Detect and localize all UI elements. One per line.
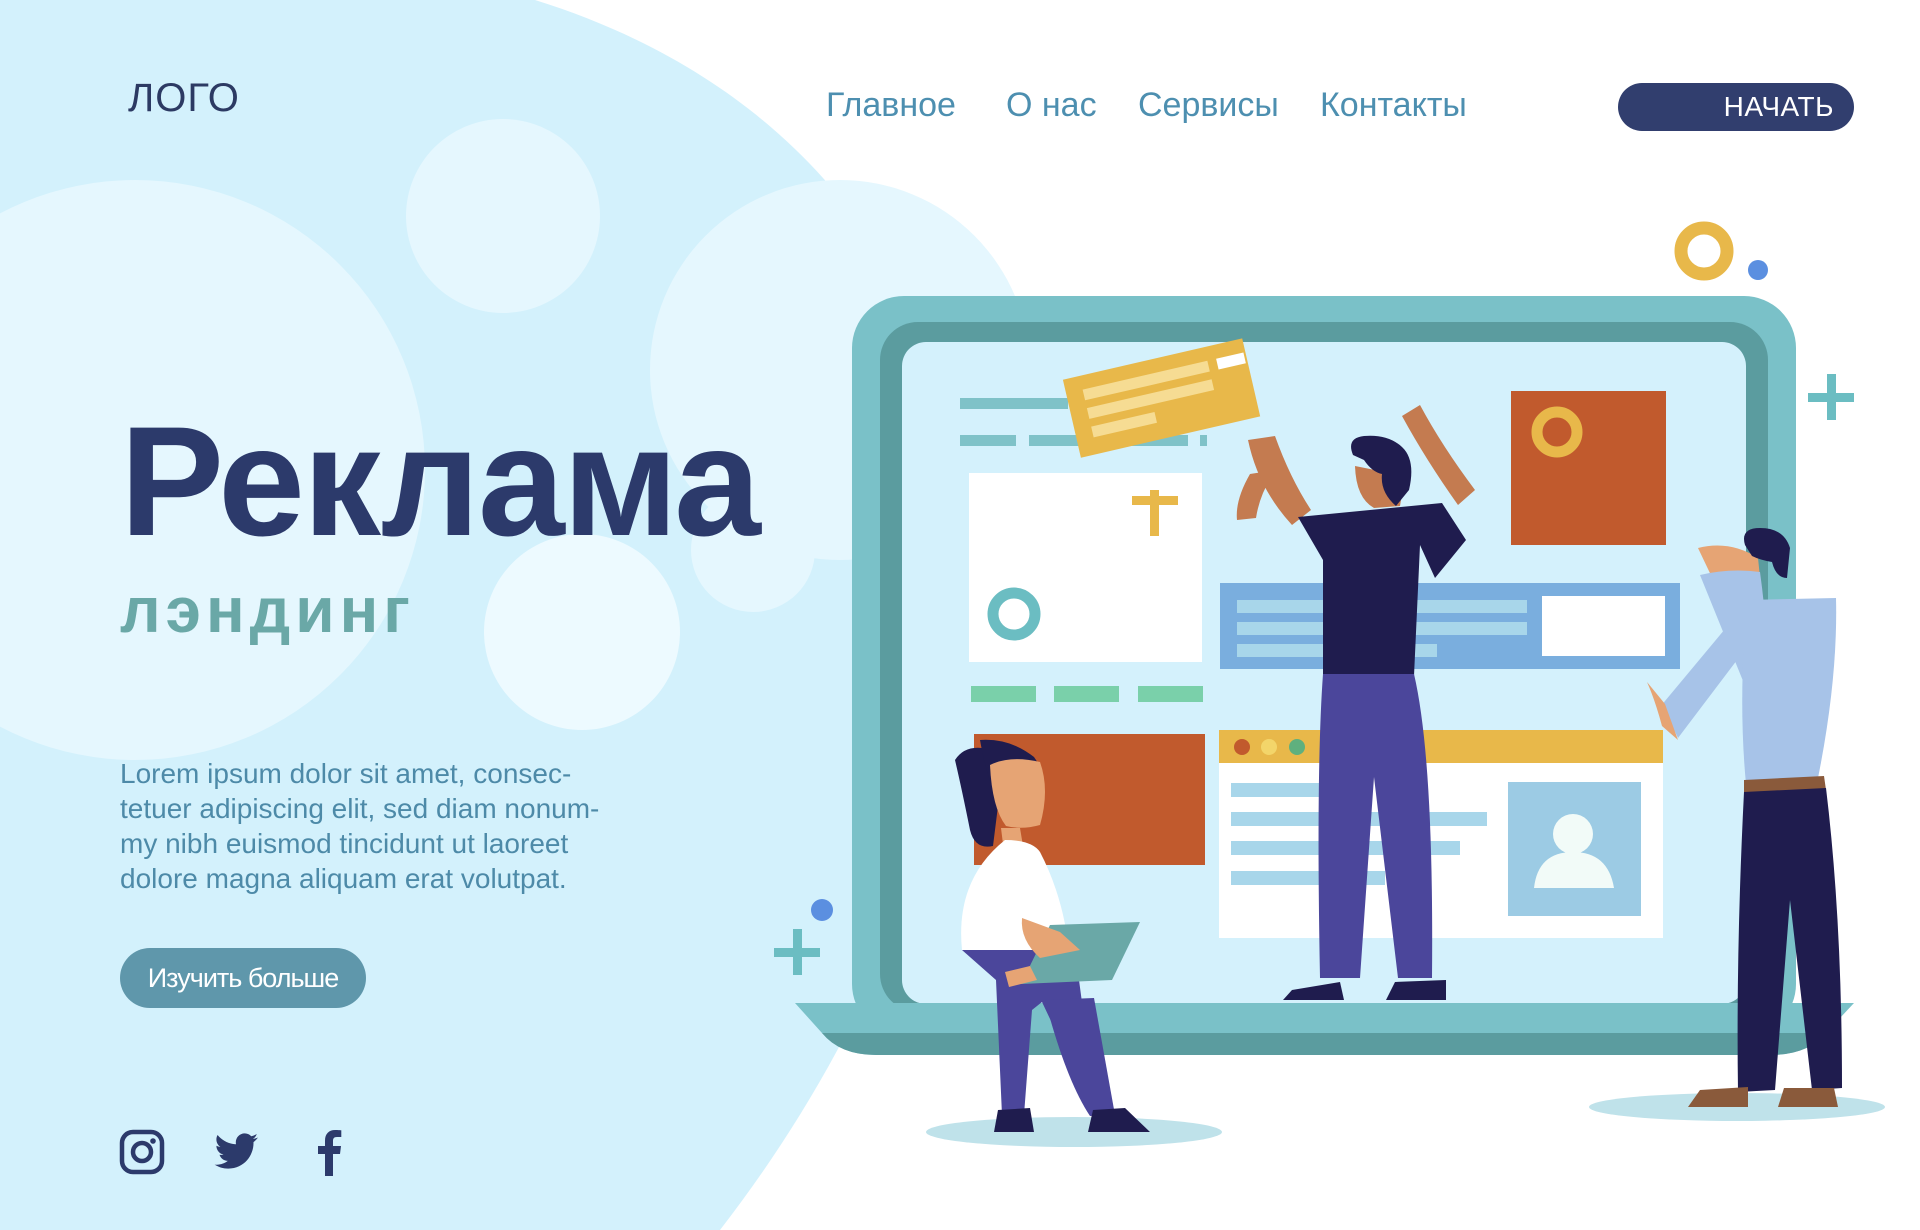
hero-illustration bbox=[774, 221, 1885, 1147]
landing-page: ЛОГО Главное О нас Сервисы Контакты НАЧА… bbox=[0, 0, 1920, 1230]
